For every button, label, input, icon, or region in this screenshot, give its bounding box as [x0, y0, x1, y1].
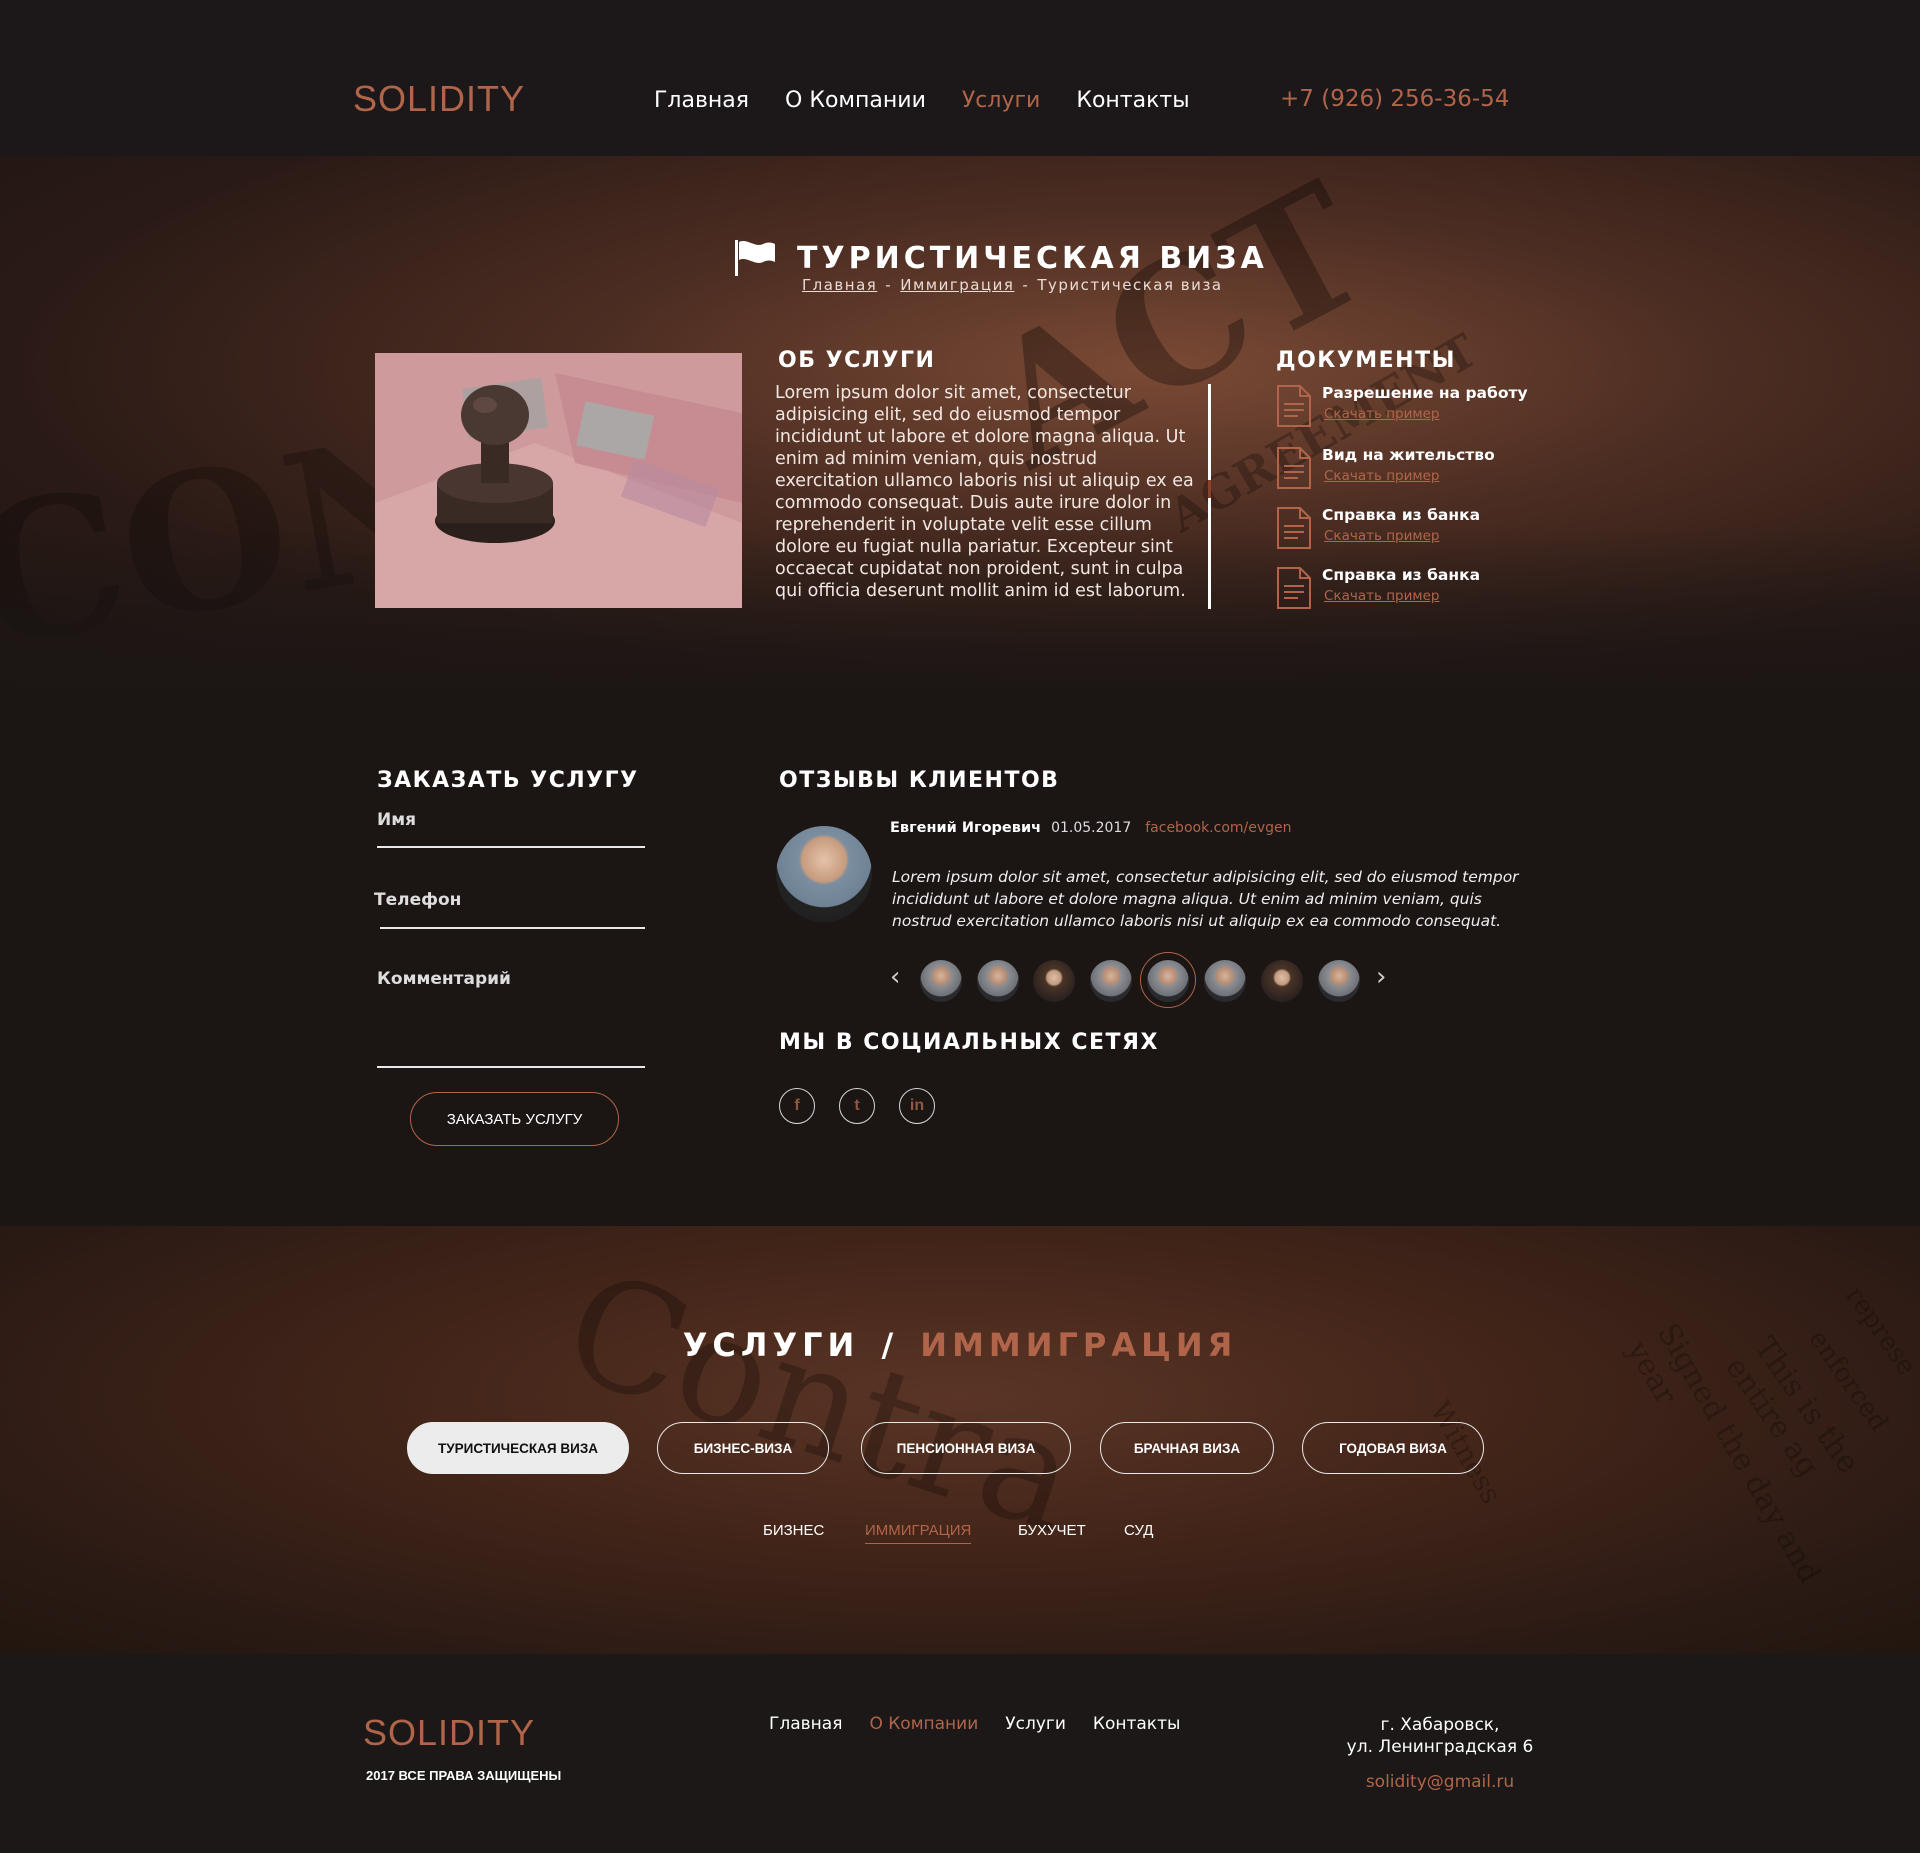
site-logo[interactable]: SOLIDITY — [353, 78, 525, 120]
document-icon — [1277, 507, 1311, 549]
reviewer-thumb[interactable] — [1318, 960, 1360, 1002]
breadcrumb-immigration[interactable]: Иммиграция — [900, 276, 1014, 294]
nav-item-about[interactable]: О Компании — [785, 88, 926, 113]
breadcrumb-separator: - — [1022, 276, 1030, 294]
services-title: УСЛУГИ / ИММИГРАЦИЯ — [0, 1326, 1920, 1364]
hero-section: ACT CONT AGREEMENT ТУРИСТИЧЕСКАЯ ВИЗА Гл… — [0, 156, 1920, 686]
breadcrumb-separator: - — [885, 276, 893, 294]
reviewer-facebook-link[interactable]: facebook.com/evgen — [1145, 820, 1291, 836]
reviewer-thumb[interactable] — [1261, 960, 1303, 1002]
document-title: Справка из банка — [1322, 566, 1481, 584]
service-photo — [375, 353, 742, 608]
text-scrollbar-thumb[interactable] — [1208, 480, 1211, 498]
breadcrumb: Главная - Иммиграция - Туристическая виз… — [802, 276, 1223, 294]
download-sample-link[interactable]: Скачать пример — [1324, 468, 1439, 484]
reviewer-thumb[interactable] — [977, 960, 1019, 1002]
order-service-button[interactable]: ЗАКАЗАТЬ УСЛУГУ — [410, 1092, 619, 1146]
about-heading: ОБ УСЛУГИ — [778, 348, 936, 373]
footer-nav-contacts[interactable]: Контакты — [1093, 1714, 1181, 1734]
review-date: 01.05.2017 — [1051, 820, 1132, 836]
page-title: ТУРИСТИЧЕСКАЯ ВИЗА — [797, 240, 1268, 276]
page-title-group: ТУРИСТИЧЕСКАЯ ВИЗА — [733, 238, 1268, 278]
document-title: Разрешение на работу — [1322, 384, 1528, 402]
download-sample-link[interactable]: Скачать пример — [1324, 588, 1439, 604]
name-label: Имя — [377, 810, 417, 830]
footer-nav-about[interactable]: О Компании — [869, 1714, 978, 1734]
service-pill-business-visa[interactable]: БИЗНЕС-ВИЗА — [657, 1422, 829, 1474]
phone-number[interactable]: +7 (926) 256-36-54 — [1280, 86, 1509, 112]
facebook-icon[interactable]: f — [779, 1088, 815, 1124]
phone-label: Телефон — [374, 890, 462, 910]
reviewer-thumb[interactable] — [1204, 960, 1246, 1002]
review-text: Lorem ipsum dolor sit amet, consectetur … — [892, 868, 1519, 930]
reviewer-name: Евгений Игоревич — [890, 820, 1042, 836]
order-form-heading: ЗАКАЗАТЬ УСЛУГУ — [377, 768, 639, 793]
document-item: Справка из банка Скачать пример — [1276, 506, 1536, 556]
document-item: Вид на жительство Скачать пример — [1276, 446, 1536, 496]
reviewer-thumb[interactable] — [1033, 960, 1075, 1002]
nav-item-services[interactable]: Услуги — [962, 88, 1040, 113]
linkedin-icon[interactable]: in — [899, 1088, 935, 1124]
site-header: SOLIDITY Главная О Компании Услуги Конта… — [0, 0, 1920, 156]
about-text: Lorem ipsum dolor sit amet, consectetur … — [775, 383, 1194, 601]
footer-nav-services[interactable]: Услуги — [1005, 1714, 1066, 1734]
document-icon — [1277, 385, 1311, 427]
document-icon — [1277, 567, 1311, 609]
services-title-slash: / — [881, 1326, 899, 1364]
category-court[interactable]: СУД — [1124, 1522, 1153, 1539]
nav-item-home[interactable]: Главная — [654, 88, 749, 113]
nav-item-contacts[interactable]: Контакты — [1076, 88, 1189, 113]
address-line-street: ул. Ленинградская 6 — [1346, 1737, 1534, 1757]
order-and-reviews-section: ЗАКАЗАТЬ УСЛУГУ Имя Телефон Комментарий … — [0, 686, 1920, 1226]
breadcrumb-current: Туристическая виза — [1037, 276, 1223, 294]
comment-field[interactable] — [377, 1066, 645, 1068]
comment-label: Комментарий — [377, 969, 511, 989]
site-footer: SOLIDITY 2017 ВСЕ ПРАВА ЗАЩИЩЕНЫ Главная… — [0, 1654, 1920, 1853]
address: г. Хабаровск, ул. Ленинградская 6 — [1300, 1714, 1580, 1758]
address-line-city: г. Хабаровск, — [1380, 1715, 1500, 1735]
reviews-heading: ОТЗЫВЫ КЛИЕНТОВ — [779, 768, 1060, 793]
download-sample-link[interactable]: Скачать пример — [1324, 406, 1439, 422]
reviewer-avatar — [776, 826, 872, 922]
footer-logo[interactable]: SOLIDITY — [363, 1712, 535, 1754]
name-field[interactable] — [377, 846, 645, 848]
main-nav: Главная О Компании Услуги Контакты — [654, 88, 1226, 113]
download-sample-link[interactable]: Скачать пример — [1324, 528, 1439, 544]
copyright: 2017 ВСЕ ПРАВА ЗАЩИЩЕНЫ — [366, 1768, 562, 1783]
review-meta: Евгений Игоревич 01.05.2017 facebook.com… — [890, 820, 1292, 836]
email-link[interactable]: solidity@gmail.ru — [1300, 1772, 1580, 1792]
document-title: Вид на жительство — [1322, 446, 1495, 464]
carousel-prev-button[interactable]: ‹ — [890, 962, 900, 992]
document-icon — [1277, 447, 1311, 489]
phone-field[interactable] — [380, 927, 645, 929]
service-pill-tourist-visa[interactable]: ТУРИСТИЧЕСКАЯ ВИЗА — [407, 1422, 629, 1474]
reviewer-thumb-active[interactable] — [1147, 960, 1189, 1002]
reviewer-thumb[interactable] — [1090, 960, 1132, 1002]
document-title: Справка из банка — [1322, 506, 1481, 524]
service-pill-marriage-visa[interactable]: БРАЧНАЯ ВИЗА — [1100, 1422, 1274, 1474]
social-heading: МЫ В СОЦИАЛЬНЫХ СЕТЯХ — [779, 1030, 1159, 1055]
footer-nav: Главная О Компании Услуги Контакты — [769, 1714, 1180, 1734]
breadcrumb-home[interactable]: Главная — [802, 276, 877, 294]
services-title-main: УСЛУГИ — [682, 1326, 860, 1364]
decor-text-contract: Contra — [545, 1239, 1098, 1567]
services-title-accent: ИММИГРАЦИЯ — [920, 1326, 1238, 1364]
services-section: Contra This is the entire ag Signed the … — [0, 1226, 1920, 1654]
category-accounting[interactable]: БУХУЧЕТ — [1018, 1522, 1086, 1539]
reviewers-carousel: ‹ › — [890, 952, 1390, 1008]
service-pill-pension-visa[interactable]: ПЕНСИОННАЯ ВИЗА — [861, 1422, 1071, 1474]
document-item: Разрешение на работу Скачать пример — [1276, 384, 1536, 434]
document-item: Справка из банка Скачать пример — [1276, 566, 1536, 616]
service-pill-annual-visa[interactable]: ГОДОВАЯ ВИЗА — [1302, 1422, 1484, 1474]
category-immigration[interactable]: ИММИГРАЦИЯ — [865, 1522, 972, 1544]
twitter-icon[interactable]: t — [839, 1088, 875, 1124]
category-business[interactable]: БИЗНЕС — [763, 1522, 824, 1539]
reviewer-thumb[interactable] — [920, 960, 962, 1002]
carousel-next-button[interactable]: › — [1376, 962, 1386, 992]
flag-icon — [735, 240, 775, 276]
footer-nav-home[interactable]: Главная — [769, 1714, 842, 1734]
stamp-illustration — [375, 353, 742, 608]
documents-heading: ДОКУМЕНТЫ — [1276, 348, 1456, 373]
